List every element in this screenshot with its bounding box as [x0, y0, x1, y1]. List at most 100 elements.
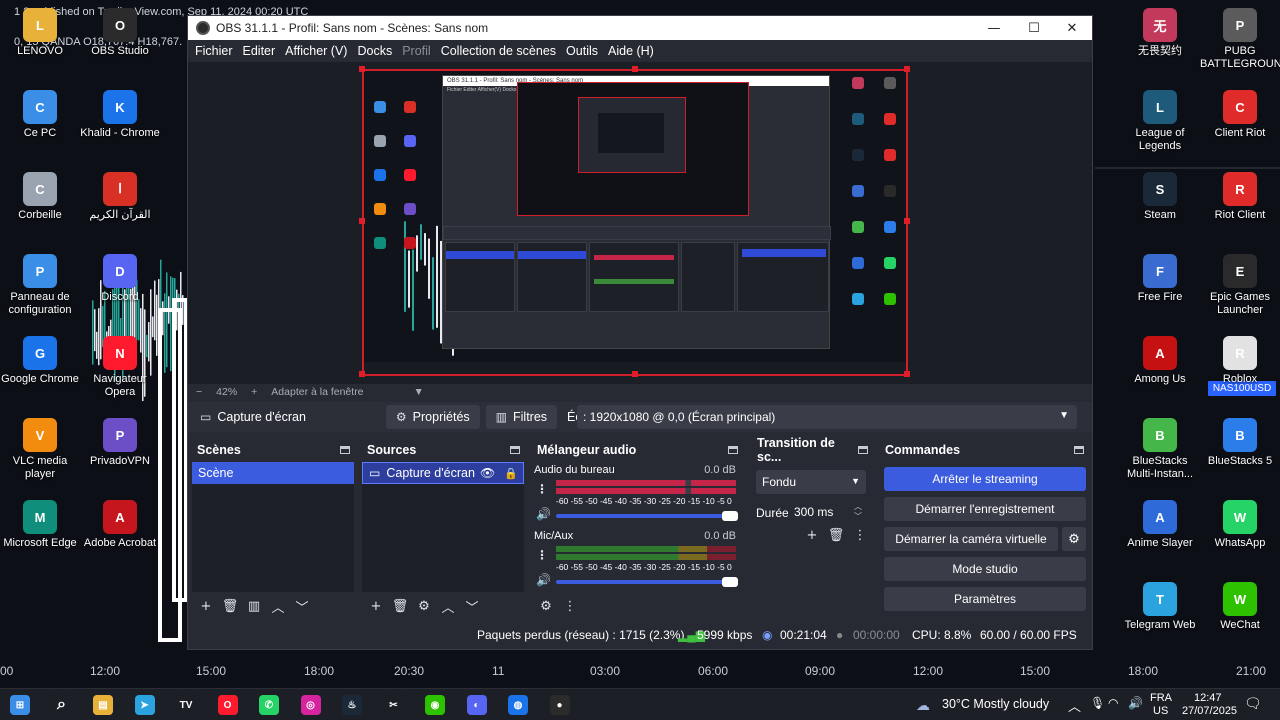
more-options-icon[interactable]: ⋮ — [848, 528, 872, 543]
trash-icon[interactable]: 🗑 — [388, 599, 412, 614]
desktop-shortcut[interactable]: A Anime Slayer — [1120, 500, 1200, 550]
source-item[interactable]: ▭ Capture d'écran 👁 🔒 — [362, 462, 524, 484]
opera-icon[interactable]: O — [217, 695, 238, 715]
filters-button[interactable]: ▥ Filtres — [485, 405, 558, 429]
whatsapp-icon[interactable]: ✆ — [259, 695, 279, 715]
add-icon[interactable]: + — [194, 599, 218, 614]
duration-input[interactable]: 300 ms ︿ ﹀ — [788, 500, 866, 524]
close-button[interactable]: ✕ — [1052, 16, 1092, 40]
speaker-icon[interactable]: 🔊 — [536, 573, 551, 587]
desktop-shortcut[interactable]: W WeChat — [1200, 582, 1280, 632]
volume-slider[interactable] — [556, 511, 738, 521]
virtual-camera-settings-button[interactable]: ⚙ — [1062, 527, 1086, 551]
desktop-shortcut[interactable]: A Among Us — [1120, 336, 1200, 386]
add-icon[interactable]: + — [800, 528, 824, 543]
resize-handle[interactable] — [904, 66, 910, 72]
more-options-icon[interactable]: ⋮ — [536, 482, 548, 496]
popout-icon[interactable] — [858, 446, 868, 454]
windows-start-icon[interactable]: ⊞ — [10, 695, 30, 715]
desktop-shortcut[interactable]: W WhatsApp — [1200, 500, 1280, 550]
scene-item[interactable]: Scène — [192, 462, 354, 484]
resize-handle[interactable] — [359, 218, 365, 224]
program-preview[interactable]: OBS 31.1.1 - Profil: Sans nom - Scènes: … — [362, 69, 908, 376]
menu-collection-scenes[interactable]: Collection de scènes — [441, 44, 556, 58]
start-recording-button[interactable]: Démarrer l'enregistrement — [884, 497, 1086, 521]
menu-afficher[interactable]: Afficher (V) — [285, 44, 347, 58]
volume-icon[interactable]: 🔊 — [1128, 696, 1143, 710]
tray-expand-icon[interactable]: ︿ — [1068, 696, 1081, 715]
file-explorer-icon[interactable]: ▤ — [93, 695, 113, 715]
arrow-down-icon[interactable]: ﹀ — [460, 597, 484, 616]
desktop-shortcut[interactable]: N Navigateur Opera — [80, 336, 160, 399]
language-code[interactable]: FRA — [1150, 692, 1172, 704]
more-options-icon[interactable]: ⋮ — [536, 548, 548, 562]
arrow-down-icon[interactable]: ﹀ — [290, 597, 314, 616]
obs-titlebar[interactable]: OBS 31.1.1 - Profil: Sans nom - Scènes: … — [188, 16, 1092, 40]
popout-icon[interactable] — [340, 446, 350, 454]
start-virtual-camera-button[interactable]: Démarrer la caméra virtuelle — [884, 527, 1058, 551]
desktop-shortcut[interactable]: V VLC media player — [0, 418, 80, 481]
zoom-dropdown-icon[interactable]: ▼ — [414, 386, 424, 398]
spinner-icon[interactable]: ︿ ﹀ — [854, 502, 862, 522]
resize-handle[interactable] — [632, 66, 638, 72]
filter-icon[interactable]: ▥ — [242, 599, 266, 614]
telegram-icon[interactable]: ➤ — [134, 695, 155, 715]
resize-handle[interactable] — [359, 66, 365, 72]
gear-icon[interactable]: ⚙ — [534, 599, 558, 614]
capcut-icon[interactable]: ✂ — [383, 695, 404, 715]
desktop-shortcut[interactable]: G Google Chrome — [0, 336, 80, 386]
search-icon[interactable]: ⌕ — [51, 695, 72, 715]
arrow-up-icon[interactable]: ︿ — [436, 597, 460, 616]
slider-knob[interactable] — [722, 511, 738, 521]
popout-icon[interactable] — [1074, 446, 1084, 454]
desktop-shortcut[interactable]: S Steam — [1120, 172, 1200, 222]
gear-icon[interactable]: ⚙ — [412, 599, 436, 614]
minimize-button[interactable]: — — [974, 16, 1014, 40]
trash-icon[interactable]: 🗑 — [824, 528, 848, 543]
screen-select[interactable]: : 1920x1080 @ 0,0 (Écran principal) ▼ — [577, 405, 1077, 429]
desktop-shortcut[interactable]: C Corbeille — [0, 172, 80, 222]
add-icon[interactable]: + — [364, 599, 388, 614]
menu-outils[interactable]: Outils — [566, 44, 598, 58]
stop-streaming-button[interactable]: Arrêter le streaming — [884, 467, 1086, 491]
desktop-shortcut[interactable]: M Microsoft Edge — [0, 500, 80, 550]
menu-profil[interactable]: Profil — [402, 44, 430, 58]
weather-icon[interactable]: ☁ — [916, 697, 930, 714]
wechat-icon[interactable]: ◉ — [425, 695, 445, 715]
desktop-shortcut[interactable]: E Epic Games Launcher — [1200, 254, 1280, 317]
studio-mode-button[interactable]: Mode studio — [884, 557, 1086, 581]
tradingview-icon[interactable]: TV — [176, 695, 196, 715]
steam-icon[interactable]: ♨ — [342, 695, 362, 715]
desktop-shortcut[interactable]: B BlueStacks 5 — [1200, 418, 1280, 468]
slider-knob[interactable] — [722, 577, 738, 587]
desktop-shortcut[interactable]: O OBS Studio — [80, 8, 160, 58]
volume-slider[interactable] — [556, 577, 738, 587]
desktop-shortcut[interactable]: R Roblox — [1200, 336, 1280, 386]
microphone-icon[interactable]: 🎙 — [1090, 696, 1105, 710]
more-options-icon[interactable]: ⋮ — [558, 599, 582, 614]
desktop-shortcut[interactable]: L League of Legends — [1120, 90, 1200, 153]
weather-text[interactable]: 30°C Mostly cloudy — [942, 697, 1049, 711]
fit-window-button[interactable]: Adapter à la fenêtre — [271, 386, 363, 398]
menu-editer[interactable]: Editer — [243, 44, 276, 58]
desktop-shortcut[interactable]: 无无畏契约 — [1120, 8, 1200, 58]
desktop-shortcut[interactable]: P Panneau de configuration — [0, 254, 80, 317]
desktop-shortcut[interactable]: K Khalid - Chrome — [80, 90, 160, 140]
desktop-shortcut[interactable]: B BlueStacks Multi-Instan... — [1120, 418, 1200, 481]
desktop-shortcut[interactable]: R Riot Client — [1200, 172, 1280, 222]
arrow-up-icon[interactable]: ︿ — [266, 597, 290, 616]
region-code[interactable]: US — [1153, 705, 1168, 717]
zoom-out-button[interactable]: − — [196, 386, 202, 398]
desktop-shortcut[interactable]: F Free Fire — [1120, 254, 1200, 304]
speaker-icon[interactable]: 🔊 — [536, 507, 551, 521]
clock-time[interactable]: 12:47 — [1194, 692, 1222, 704]
settings-button[interactable]: Paramètres — [884, 587, 1086, 611]
menu-docks[interactable]: Docks — [357, 44, 392, 58]
clock-date[interactable]: 27/07/2025 — [1182, 705, 1237, 717]
transition-select[interactable]: Fondu ▼ — [756, 470, 866, 494]
desktop-shortcut[interactable]: P PrivadoVPN — [80, 418, 160, 468]
maximize-button[interactable]: ☐ — [1014, 16, 1054, 40]
eye-icon[interactable]: 👁 — [480, 466, 495, 480]
popout-icon[interactable] — [510, 446, 520, 454]
resize-handle[interactable] — [904, 371, 910, 377]
